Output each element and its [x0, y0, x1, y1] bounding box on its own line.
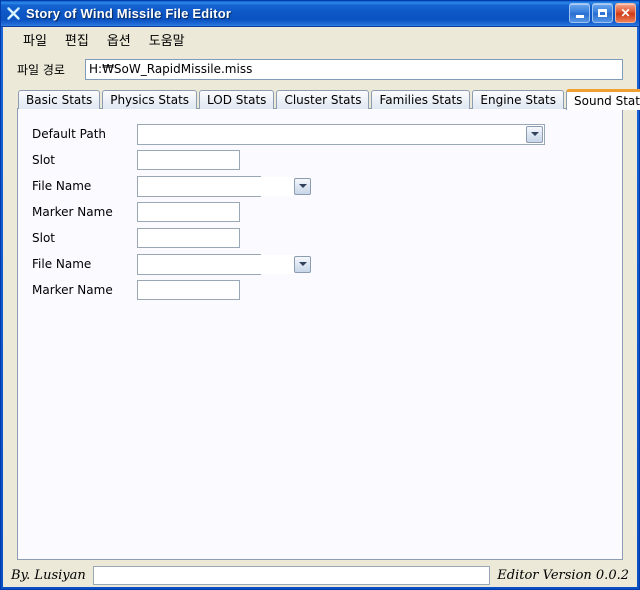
tab-physics-stats[interactable]: Physics Stats	[102, 90, 198, 109]
menu-item-options[interactable]: 옵션	[98, 27, 140, 52]
menu-item-edit[interactable]: 편집	[56, 27, 98, 52]
label-marker-name-1: Marker Name	[32, 205, 113, 219]
default-path-input[interactable]	[138, 124, 526, 144]
tab-families-stats[interactable]: Families Stats	[371, 90, 471, 109]
minimize-button[interactable]	[569, 3, 590, 23]
menu-item-file[interactable]: 파일	[14, 27, 56, 52]
file-name-1-combobox[interactable]	[137, 175, 311, 197]
asterisk-icon	[5, 5, 22, 22]
tab-lod-stats[interactable]: LOD Stats	[199, 90, 275, 109]
marker-name-1-input[interactable]	[137, 202, 240, 222]
slot-2-input[interactable]	[137, 228, 240, 248]
caption-button-group: ✕	[569, 3, 636, 23]
label-slot-1: Slot	[32, 153, 55, 167]
close-icon: ✕	[620, 6, 631, 20]
application-window: Story of Wind Missile File Editor ✕ 파일 편…	[0, 0, 640, 590]
default-path-dropdown-button[interactable]	[526, 125, 543, 143]
file-path-input[interactable]	[85, 58, 623, 80]
status-bar: By. Lusiyan Editor Version 0.0.2	[5, 563, 635, 587]
form-row-file-name-2: File Name	[18, 251, 622, 277]
label-default-path: Default Path	[32, 127, 107, 141]
file-name-2-combobox[interactable]	[137, 253, 311, 275]
maximize-button[interactable]	[592, 3, 613, 23]
file-name-1-input[interactable]	[138, 176, 294, 196]
default-path-combobox[interactable]	[137, 123, 545, 145]
file-name-2-input[interactable]	[138, 254, 294, 274]
menu-item-help[interactable]: 도움말	[140, 27, 194, 52]
tab-sound-stats[interactable]: Sound Stats	[566, 89, 640, 110]
tab-basic-stats[interactable]: Basic Stats	[18, 90, 101, 109]
file-path-label: 파일 경로	[17, 62, 65, 77]
tab-panel-sound-stats: Default Path Slot File Name Marker Name …	[17, 108, 623, 560]
tab-cluster-stats[interactable]: Cluster Stats	[276, 90, 370, 109]
client-area: 파일 편집 옵션 도움말 파일 경로 Basic Stats Physics S…	[3, 27, 640, 587]
menu-bar: 파일 편집 옵션 도움말	[3, 27, 637, 53]
title-bar: Story of Wind Missile File Editor ✕	[1, 1, 639, 27]
chevron-down-icon	[530, 132, 539, 136]
label-slot-2: Slot	[32, 231, 55, 245]
form-row-default-path: Default Path	[18, 121, 622, 147]
form-row-slot-1: Slot	[18, 147, 622, 173]
label-marker-name-2: Marker Name	[32, 283, 113, 297]
tab-engine-stats[interactable]: Engine Stats	[472, 90, 564, 109]
form-row-file-name-1: File Name	[18, 173, 622, 199]
tab-strip: Basic Stats Physics Stats LOD Stats Clus…	[17, 88, 640, 110]
form-row-slot-2: Slot	[18, 225, 622, 251]
version-label: Editor Version 0.0.2	[497, 567, 629, 583]
close-button[interactable]: ✕	[615, 3, 636, 23]
file-name-1-dropdown-button[interactable]	[294, 177, 311, 195]
tab-control: Basic Stats Physics Stats LOD Stats Clus…	[17, 88, 640, 560]
author-credit: By. Lusiyan	[11, 567, 86, 583]
form-row-marker-name-1: Marker Name	[18, 199, 622, 225]
marker-name-2-input[interactable]	[137, 280, 240, 300]
chevron-down-icon	[298, 262, 307, 266]
label-file-name-1: File Name	[32, 179, 92, 193]
label-file-name-2: File Name	[32, 257, 92, 271]
minimize-icon	[575, 14, 584, 18]
chevron-down-icon	[298, 184, 307, 188]
slot-1-input[interactable]	[137, 150, 240, 170]
status-message-input[interactable]	[92, 565, 491, 585]
form-row-marker-name-2: Marker Name	[18, 277, 622, 303]
maximize-icon	[598, 9, 607, 17]
file-name-2-dropdown-button[interactable]	[294, 255, 311, 273]
file-path-row: 파일 경로	[3, 55, 637, 83]
window-title: Story of Wind Missile File Editor	[26, 6, 232, 21]
